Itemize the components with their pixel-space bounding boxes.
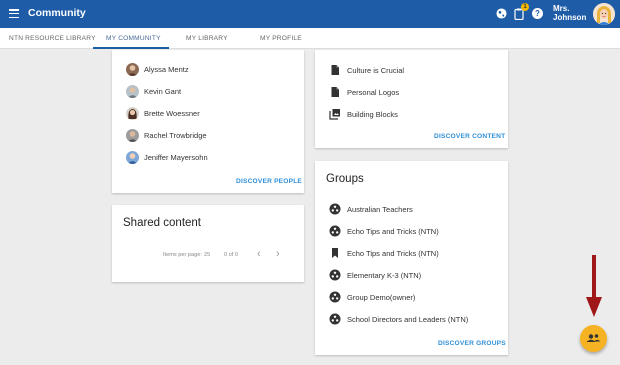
discover-content-button[interactable]: DISCOVER CONTENT — [434, 133, 505, 140]
person-photo — [126, 107, 139, 120]
app-bar: Community 1 ? Mrs. Johnson — [0, 0, 620, 28]
content-card: Culture is Crucial Personal Logos Buildi… — [315, 50, 508, 148]
group-icon — [329, 269, 341, 281]
group-name: Australian Teachers — [347, 204, 413, 214]
prev-page-button[interactable]: ‹ — [257, 248, 261, 260]
items-per-page-label: Items per page: — [163, 252, 202, 258]
notification-badge: 1 — [521, 3, 529, 11]
groups-card: Groups Australian Teachers Echo Tips and… — [315, 161, 508, 355]
tab-bar: NTN RESOURCE LIBRARY MY COMMUNITY MY LIB… — [0, 28, 620, 49]
group-name: Elementary K-3 (NTN) — [347, 270, 422, 280]
user-avatar[interactable] — [593, 3, 615, 25]
group-row[interactable]: School Directors and Leaders (NTN) — [329, 313, 468, 325]
people-icon — [586, 334, 601, 342]
collection-icon — [329, 109, 340, 120]
person-row[interactable]: Rachel Trowbridge — [126, 129, 207, 142]
group-row[interactable]: Echo Tips and Tricks (NTN) — [329, 247, 439, 259]
person-row[interactable]: Kevin Gant — [126, 85, 181, 98]
people-card: Alyssa Mentz Kevin Gant Brette Woessner … — [112, 50, 304, 193]
tab-my-profile[interactable]: MY PROFILE — [260, 35, 302, 42]
group-icon — [329, 225, 341, 237]
person-name: Jeniffer Mayersohn — [144, 153, 208, 162]
person-photo — [126, 151, 139, 164]
tab-my-library[interactable]: MY LIBRARY — [186, 35, 228, 42]
person-photo — [126, 85, 139, 98]
items-per-page-select[interactable]: 25 — [204, 252, 210, 258]
user-name-line1: Mrs. — [553, 4, 570, 13]
person-name: Kevin Gant — [144, 87, 182, 96]
group-name: Echo Tips and Tricks (NTN) — [347, 226, 439, 236]
active-tab-indicator — [93, 47, 169, 49]
content-row[interactable]: Personal Logos — [329, 86, 399, 98]
shared-content-title: Shared content — [123, 217, 202, 229]
group-name: School Directors and Leaders (NTN) — [347, 314, 469, 324]
group-row[interactable]: Echo Tips and Tricks (NTN) — [329, 225, 439, 237]
annotation-arrow-icon — [586, 255, 602, 317]
bookmark-icon — [332, 248, 338, 258]
group-icon — [329, 313, 341, 325]
group-icon — [329, 203, 341, 215]
person-row[interactable]: Brette Woessner — [126, 107, 200, 120]
person-name: Alyssa Mentz — [144, 65, 189, 74]
next-page-button[interactable]: › — [276, 248, 280, 260]
person-row[interactable]: Alyssa Mentz — [126, 63, 189, 76]
globe-icon[interactable] — [496, 8, 507, 19]
person-photo — [126, 63, 139, 76]
person-row[interactable]: Jeniffer Mayersohn — [126, 151, 208, 164]
content-row[interactable]: Culture is Crucial — [329, 64, 404, 76]
avatar-illustration-icon — [593, 3, 615, 25]
groups-fab-button[interactable] — [580, 325, 607, 352]
discover-people-button[interactable]: DISCOVER PEOPLE — [236, 178, 302, 185]
groups-title: Groups — [326, 173, 364, 185]
document-icon — [331, 65, 339, 75]
shared-content-card: Shared content Items per page: 25 0 of 0… — [112, 205, 304, 282]
content-name: Culture is Crucial — [347, 65, 405, 75]
hamburger-menu-icon[interactable] — [9, 9, 19, 19]
group-row[interactable]: Australian Teachers — [329, 203, 413, 215]
group-name: Echo Tips and Tricks (NTN) — [347, 248, 439, 258]
discover-groups-button[interactable]: DISCOVER GROUPS — [438, 340, 506, 347]
pagination-range: 0 of 0 — [224, 252, 238, 258]
content-name: Personal Logos — [347, 87, 400, 97]
app-title: Community — [28, 7, 86, 19]
document-icon — [331, 87, 339, 97]
help-icon[interactable]: ? — [532, 8, 543, 19]
person-name: Brette Woessner — [144, 109, 200, 118]
user-name[interactable]: Mrs. Johnson — [553, 4, 589, 22]
user-name-line2: Johnson — [553, 13, 587, 22]
group-row[interactable]: Elementary K-3 (NTN) — [329, 269, 421, 281]
person-photo — [126, 129, 139, 142]
group-name: Group Demo(owner) — [347, 292, 416, 302]
content-name: Building Blocks — [347, 109, 398, 119]
content-row[interactable]: Building Blocks — [329, 108, 398, 120]
group-icon — [329, 291, 341, 303]
tab-ntn-resource-library[interactable]: NTN RESOURCE LIBRARY — [9, 35, 96, 42]
tab-my-community[interactable]: MY COMMUNITY — [106, 35, 161, 42]
person-name: Rachel Trowbridge — [144, 131, 207, 140]
group-row[interactable]: Group Demo(owner) — [329, 291, 415, 303]
